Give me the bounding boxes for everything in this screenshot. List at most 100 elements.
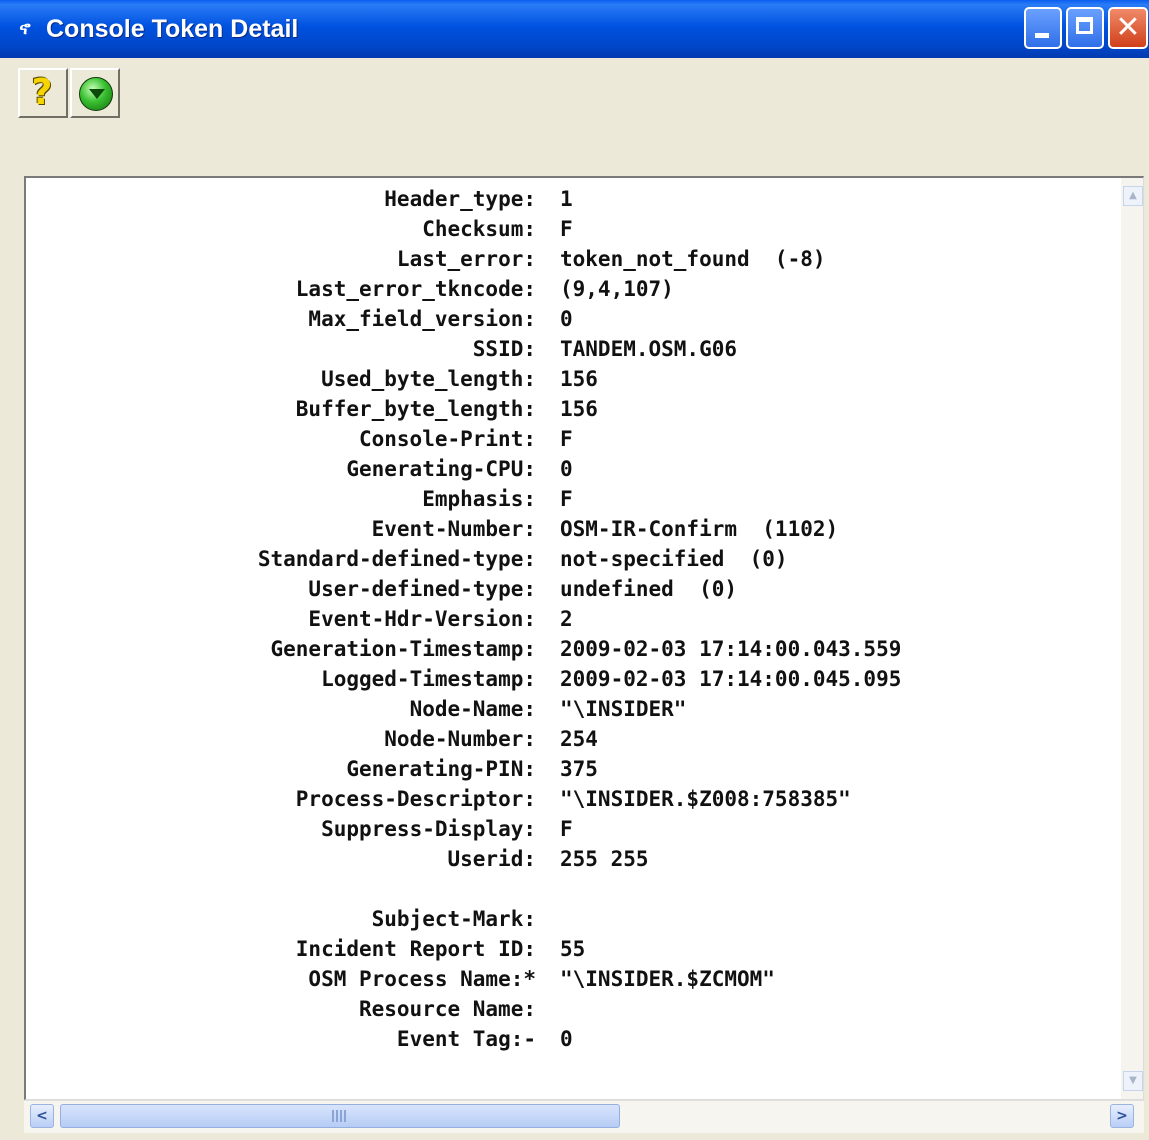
field-row: Subject-Mark:	[26, 904, 1106, 934]
scroll-up-icon[interactable]: ▲	[1123, 186, 1143, 206]
field-value: token_not_found (-8)	[560, 247, 826, 271]
field-value: 375	[560, 757, 598, 781]
toolbar: ?	[0, 58, 1149, 126]
field-row: Buffer_byte_length: 156	[26, 394, 1106, 424]
field-row: Checksum: F	[26, 214, 1106, 244]
field-value: 0	[560, 457, 573, 481]
field-label: Last_error_tkncode:	[295, 277, 536, 301]
maximize-icon	[1076, 17, 1093, 34]
help-icon: ?	[31, 72, 53, 113]
field-row: Event-Number: OSM-IR-Confirm (1102)	[26, 514, 1106, 544]
horizontal-scroll-thumb[interactable]	[60, 1104, 620, 1128]
field-value: undefined (0)	[560, 577, 738, 601]
help-button[interactable]: ?	[18, 68, 68, 118]
close-button[interactable]: ✕	[1108, 7, 1148, 49]
scroll-down-icon[interactable]: ▼	[1123, 1071, 1143, 1091]
field-row: Userid: 255 255	[26, 844, 1106, 874]
field-label: Generation-Timestamp:	[270, 637, 536, 661]
field-value: "\INSIDER.$Z008:758385"	[560, 787, 851, 811]
field-label: SSID:	[472, 337, 536, 361]
field-label: Console-Print:	[358, 427, 536, 451]
field-label: Subject-Mark:	[371, 907, 536, 931]
window-title: Console Token Detail	[46, 15, 299, 43]
field-value: 255 255	[560, 847, 649, 871]
vertical-scrollbar[interactable]: ▲ ▼	[1121, 178, 1143, 1099]
close-icon: ✕	[1115, 10, 1141, 45]
field-label: Generating-PIN:	[346, 757, 536, 781]
field-value: "\INSIDER.$ZCMOM"	[560, 967, 775, 991]
minimize-button[interactable]	[1024, 7, 1062, 49]
field-row: Max_field_version: 0	[26, 304, 1106, 334]
field-label: Node-Name:	[409, 697, 536, 721]
field-value: TANDEM.OSM.G06	[560, 337, 738, 361]
field-value: 1	[560, 187, 573, 211]
field-row: Generating-CPU: 0	[26, 454, 1106, 484]
field-row: Used_byte_length: 156	[26, 364, 1106, 394]
field-label: Generating-CPU:	[346, 457, 536, 481]
minimize-icon	[1035, 33, 1049, 38]
field-value: 55	[560, 937, 586, 961]
field-row: SSID: TANDEM.OSM.G06	[26, 334, 1106, 364]
field-label: Suppress-Display:	[321, 817, 536, 841]
field-value: 254	[560, 727, 598, 751]
field-row: Emphasis: F	[26, 484, 1106, 514]
field-row: Last_error: token_not_found (-8)	[26, 244, 1106, 274]
field-row: Console-Print: F	[26, 424, 1106, 454]
field-label: User-defined-type:	[308, 577, 536, 601]
field-row: Node-Name: "\INSIDER"	[26, 694, 1106, 724]
field-value: 2009-02-03 17:14:00.045.095	[560, 667, 902, 691]
field-row: Process-Descriptor: "\INSIDER.$Z008:75838…	[26, 784, 1106, 814]
field-row: Event Tag:- 0	[26, 1024, 1106, 1054]
field-value: 0	[560, 307, 573, 331]
field-value: 2009-02-03 17:14:00.043.559	[560, 637, 902, 661]
title-bar[interactable]: ኖ Console Token Detail ✕	[0, 0, 1149, 58]
field-label: Event Tag:-	[396, 1027, 536, 1051]
horizontal-scrollbar[interactable]: < >	[24, 1100, 1144, 1133]
field-value: F	[560, 487, 573, 511]
field-row: Header_type: 1	[26, 184, 1106, 214]
field-value: 0	[560, 1027, 573, 1051]
field-row: Resource Name:	[26, 994, 1106, 1024]
field-label: Header_type:	[384, 187, 536, 211]
field-label: Event-Hdr-Version:	[308, 607, 536, 631]
field-label: Logged-Timestamp:	[321, 667, 536, 691]
field-label: OSM Process Name:*	[308, 967, 536, 991]
maximize-button[interactable]	[1066, 7, 1104, 49]
grip-icon	[332, 1110, 348, 1122]
field-label: Buffer_byte_length:	[295, 397, 536, 421]
app-icon[interactable]: ኖ	[12, 18, 38, 40]
field-row: Generating-PIN: 375	[26, 754, 1106, 784]
field-label: Resource Name:	[358, 997, 536, 1021]
field-row: Generation-Timestamp: 2009-02-03 17:14:00…	[26, 634, 1106, 664]
field-row: Logged-Timestamp: 2009-02-03 17:14:00.045…	[26, 664, 1106, 694]
field-row: Last_error_tkncode: (9,4,107)	[26, 274, 1106, 304]
field-label: Last_error:	[396, 247, 536, 271]
field-label: Incident Report ID:	[295, 937, 536, 961]
field-value: 156	[560, 367, 598, 391]
field-label: Checksum:	[422, 217, 536, 241]
field-label: Used_byte_length:	[321, 367, 536, 391]
field-value: (9,4,107)	[560, 277, 674, 301]
field-row: Standard-defined-type: not-specified (0)	[26, 544, 1106, 574]
field-row: Incident Report ID: 55	[26, 934, 1106, 964]
field-label: Node-Number:	[384, 727, 536, 751]
field-value: OSM-IR-Confirm (1102)	[560, 517, 839, 541]
token-field-list: Header_type: 1 Checksum: F Last_error: token_…	[26, 184, 1106, 1054]
field-value: F	[560, 817, 573, 841]
field-value: not-specified (0)	[560, 547, 788, 571]
field-row	[26, 874, 1106, 904]
field-label: Process-Descriptor:	[295, 787, 536, 811]
token-detail-panel[interactable]: Header_type: 1 Checksum: F Last_error: token_…	[24, 176, 1144, 1100]
field-label: Max_field_version:	[308, 307, 536, 331]
field-row: User-defined-type: undefined (0)	[26, 574, 1106, 604]
field-row: OSM Process Name:* "\INSIDER.$ZCMOM"	[26, 964, 1106, 994]
scroll-left-icon[interactable]: <	[30, 1104, 54, 1128]
field-value: 156	[560, 397, 598, 421]
scroll-right-icon[interactable]: >	[1110, 1104, 1134, 1128]
field-label: Emphasis:	[422, 487, 536, 511]
field-value: "\INSIDER"	[560, 697, 687, 721]
field-label: Userid:	[447, 847, 536, 871]
go-button[interactable]	[70, 68, 120, 118]
field-label: Standard-defined-type:	[257, 547, 536, 571]
go-icon	[79, 77, 113, 111]
